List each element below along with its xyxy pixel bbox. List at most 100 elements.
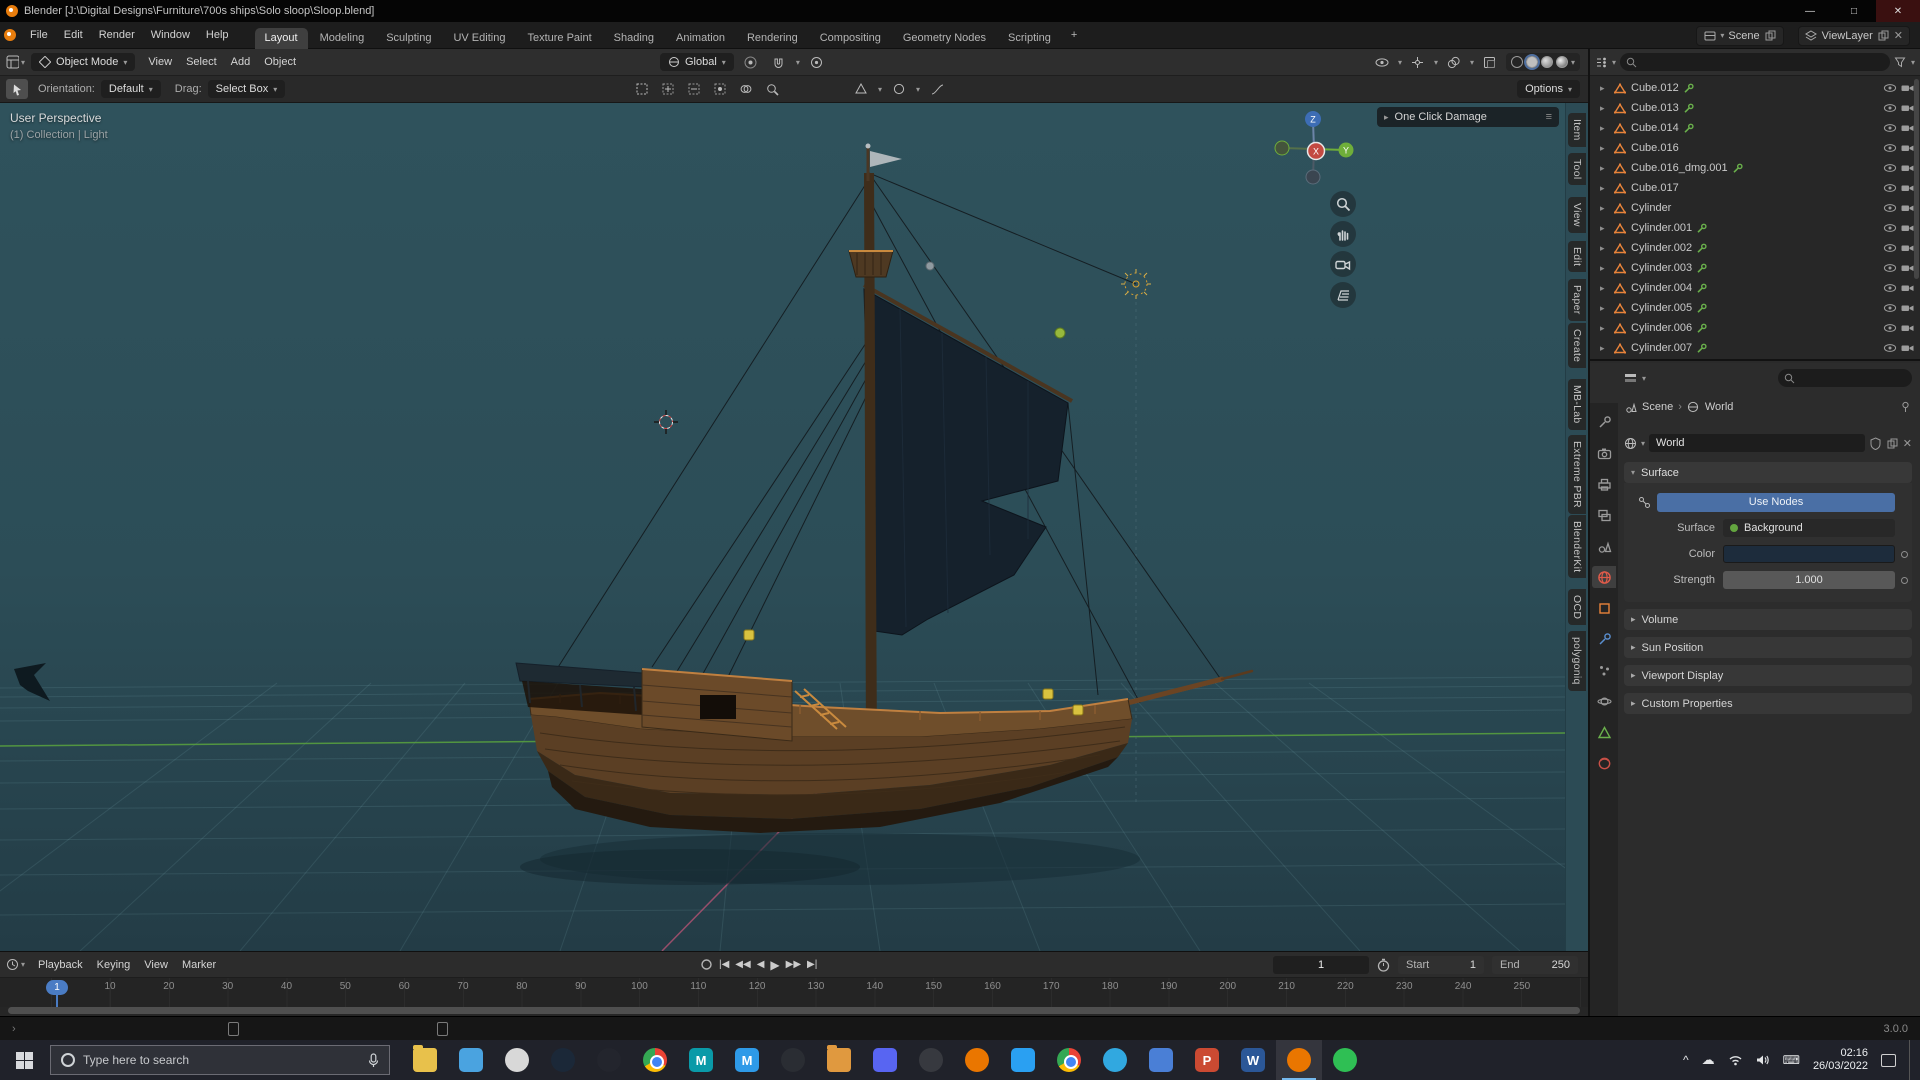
scene-browse-icon[interactable] (1703, 29, 1716, 42)
scene-name[interactable]: Scene (1728, 30, 1759, 42)
world-browse-icon[interactable] (1624, 437, 1637, 450)
properties-search-input[interactable] (1778, 369, 1913, 387)
disclosure-triangle-icon[interactable]: ▸ (1600, 163, 1610, 174)
collapsed-panel-header[interactable]: ▸ Viewport Display (1624, 665, 1912, 686)
workspace-tab[interactable]: Geometry Nodes (893, 28, 996, 49)
disclosure-triangle-icon[interactable]: ▸ (1600, 283, 1610, 294)
perspective-toggle-button[interactable] (1330, 282, 1356, 308)
hide-eye-icon[interactable] (1883, 263, 1897, 273)
render-camera-icon[interactable] (1901, 103, 1914, 113)
menu-item[interactable]: Render (91, 29, 143, 41)
chevron-up-icon[interactable]: ^ (1683, 1053, 1689, 1067)
overlays-toggle-icon[interactable] (1443, 52, 1465, 72)
workspace-tab[interactable]: Texture Paint (517, 28, 601, 49)
menu-item[interactable]: Edit (56, 29, 91, 41)
breadcrumb-world[interactable]: World (1705, 401, 1734, 413)
object-name[interactable]: Cylinder.007 (1631, 342, 1692, 354)
editor-type-icon[interactable] (6, 55, 19, 69)
sidebar-tab-polygoniq[interactable]: polygoniq (1568, 631, 1586, 691)
hide-eye-icon[interactable] (1883, 323, 1897, 333)
workspace-tab[interactable]: Animation (666, 28, 735, 49)
properties-tab-modifiers[interactable] (1592, 628, 1616, 650)
frame-end-field[interactable]: End 250 (1492, 955, 1578, 974)
sidebar-tab-extremepbr[interactable]: Extreme PBR (1568, 435, 1586, 514)
disclosure-triangle-icon[interactable]: ▸ (1600, 243, 1610, 254)
properties-tab-output[interactable] (1592, 473, 1616, 495)
next-keyframe-button[interactable]: ▶▶ (786, 959, 801, 970)
taskbar-app-icon[interactable] (540, 1040, 586, 1080)
mode-dropdown[interactable]: Object Mode ▾ (31, 53, 136, 71)
microphone-icon[interactable] (368, 1052, 379, 1068)
outliner-row[interactable]: ▸ Cylinder.006 (1590, 318, 1920, 338)
object-name[interactable]: Cylinder (1631, 202, 1671, 214)
outliner-row[interactable]: ▸ Cylinder.007 (1590, 338, 1920, 358)
mesh-filter-dropdown-icon[interactable] (850, 79, 872, 99)
disclosure-triangle-icon[interactable]: ▸ (1600, 123, 1610, 134)
fake-user-shield-icon[interactable] (1869, 436, 1882, 450)
wifi-icon[interactable] (1728, 1054, 1743, 1066)
object-name[interactable]: Cube.012 (1631, 82, 1679, 94)
transform-orientation-dropdown[interactable]: Global ▾ (660, 53, 734, 71)
ship-model[interactable] (515, 143, 1254, 834)
timeline-scrollbar[interactable] (8, 1007, 1580, 1014)
taskbar-app-icon[interactable] (816, 1040, 862, 1080)
viewlayer-selector[interactable]: ViewLayer ✕ (1797, 25, 1910, 46)
render-camera-icon[interactable] (1901, 143, 1914, 153)
render-camera-icon[interactable] (1901, 283, 1914, 293)
clock[interactable]: 02:16 26/03/2022 (1813, 1047, 1868, 1073)
pan-view-button[interactable] (1330, 221, 1356, 247)
gizmos-toggle-icon[interactable] (1407, 52, 1429, 72)
render-camera-icon[interactable] (1901, 223, 1914, 233)
disclosure-triangle-icon[interactable]: ▸ (1600, 303, 1610, 314)
select-extend-icon[interactable] (657, 79, 679, 99)
sidebar-tab-tool[interactable]: Tool (1568, 153, 1586, 186)
render-camera-icon[interactable] (1901, 343, 1914, 353)
properties-tab-object[interactable] (1592, 597, 1616, 619)
select-subtract-icon[interactable] (683, 79, 705, 99)
prev-keyframe-button[interactable]: ◀◀ (735, 959, 750, 970)
maximize-button[interactable]: □ (1832, 0, 1876, 22)
animate-strength-dot[interactable] (1901, 576, 1908, 584)
outliner-row[interactable]: ▸ Cube.017 (1590, 178, 1920, 198)
viewport-menu-item[interactable]: View (141, 56, 179, 68)
properties-tab-world[interactable] (1592, 566, 1616, 588)
shading-material-icon[interactable] (1540, 56, 1553, 68)
outliner-row[interactable]: ▸ Cylinder.004 (1590, 278, 1920, 298)
outliner-row[interactable]: ▸ Cube.016_dmg.001 (1590, 158, 1920, 178)
drag-setting-dropdown[interactable]: Select Box ▾ (207, 80, 286, 98)
render-camera-icon[interactable] (1901, 163, 1914, 173)
hide-eye-icon[interactable] (1883, 103, 1897, 113)
taskbar-app-icon[interactable] (770, 1040, 816, 1080)
viewport-menu-item[interactable]: Select (179, 56, 224, 68)
workspace-tab[interactable]: Modeling (310, 28, 375, 49)
outliner-row[interactable]: ▸ Cube.016 (1590, 138, 1920, 158)
auto-keying-icon[interactable] (700, 958, 713, 971)
taskbar-app-icon[interactable]: W (1230, 1040, 1276, 1080)
render-camera-icon[interactable] (1901, 123, 1914, 133)
menu-item[interactable]: Window (143, 29, 198, 41)
world-color-swatch[interactable] (1723, 545, 1895, 563)
menu-item[interactable]: Help (198, 29, 237, 41)
sidebar-tab-view[interactable]: View (1568, 197, 1586, 233)
shading-wireframe-icon[interactable] (1510, 56, 1523, 68)
taskbar-app-icon[interactable]: M (678, 1040, 724, 1080)
filter-icon[interactable] (1894, 56, 1907, 69)
minimize-button[interactable]: — (1788, 0, 1832, 22)
scene-selector[interactable]: ▾ Scene (1696, 25, 1784, 46)
volume-icon[interactable] (1756, 1054, 1770, 1066)
render-camera-icon[interactable] (1901, 83, 1914, 93)
properties-tab-physics[interactable] (1592, 690, 1616, 712)
3d-viewport[interactable]: User Perspective (1) Collection | Light … (0, 103, 1565, 951)
hide-eye-icon[interactable] (1883, 243, 1897, 253)
disclosure-triangle-icon[interactable]: ▸ (1600, 143, 1610, 154)
collapsed-panel-header[interactable]: ▸ Volume (1624, 609, 1912, 630)
taskbar-app-icon[interactable] (1000, 1040, 1046, 1080)
outliner-row[interactable]: ▸ Cylinder (1590, 198, 1920, 218)
taskbar-app-icon[interactable] (908, 1040, 954, 1080)
properties-tab-particles[interactable] (1592, 659, 1616, 681)
object-name[interactable]: Cylinder.006 (1631, 322, 1692, 334)
taskbar-app-icon[interactable] (862, 1040, 908, 1080)
orientation-setting-dropdown[interactable]: Default ▾ (100, 80, 161, 98)
outliner-row[interactable]: ▸ Cube.012 (1590, 78, 1920, 98)
select-intersect-icon[interactable] (735, 79, 757, 99)
